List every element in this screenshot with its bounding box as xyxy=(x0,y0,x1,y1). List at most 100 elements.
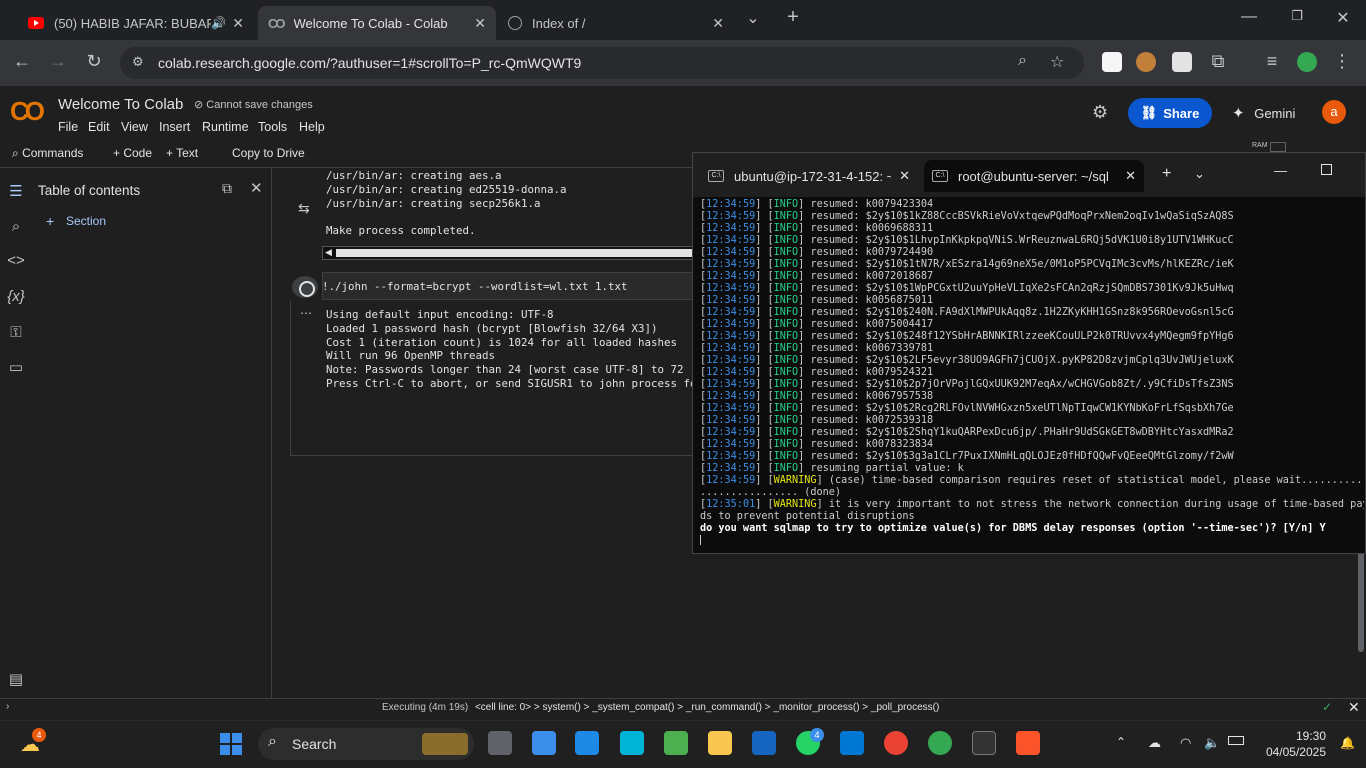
extension-icon[interactable] xyxy=(1102,52,1122,72)
close-tab-icon[interactable]: ✕ xyxy=(899,168,910,184)
terminal-output[interactable]: [12:34:59] [INFO] resumed: k0079423304 [1… xyxy=(700,199,1364,551)
vscode-icon[interactable] xyxy=(840,731,864,755)
back-icon[interactable]: ← xyxy=(10,51,34,72)
terminal-tab-root[interactable]: C:\ root@ubuntu-server: ~/sql ✕ xyxy=(924,160,1144,192)
taskbar-search[interactable]: ⌕ Search xyxy=(258,728,474,760)
app-icon[interactable] xyxy=(664,731,688,755)
cookie-extension-icon[interactable] xyxy=(1136,52,1156,72)
files-folder-icon[interactable]: ▭ xyxy=(6,358,26,376)
menu-help[interactable]: Help xyxy=(299,120,325,134)
new-tab-icon[interactable]: + xyxy=(778,6,808,30)
browser-tab-youtube[interactable]: (50) HABIB JAFAR: BUBARIN 🔊 ✕ xyxy=(18,6,254,40)
run-cell-button[interactable] xyxy=(292,276,318,298)
tray-overflow-icon[interactable]: ⌃ xyxy=(1116,735,1126,749)
menu-insert[interactable]: Insert xyxy=(159,120,190,134)
close-panel-icon[interactable]: ✕ xyxy=(250,179,263,197)
share-button[interactable]: ⛓ Share xyxy=(1128,98,1212,128)
close-status-icon[interactable]: ✕ xyxy=(1348,699,1360,716)
tab-search-icon[interactable]: ⌄ xyxy=(738,8,768,32)
ram-meter[interactable] xyxy=(1270,142,1286,152)
menu-view[interactable]: View xyxy=(121,120,148,134)
terminal-dropdown-icon[interactable]: ⌄ xyxy=(1194,166,1205,182)
settings-gear-icon[interactable]: ⚙ xyxy=(1092,102,1108,123)
extensions-puzzle-icon[interactable]: ⧉ xyxy=(1206,51,1230,72)
file-explorer-icon[interactable] xyxy=(708,731,732,755)
notebook-title[interactable]: Welcome To Colab xyxy=(58,96,183,113)
open-in-tab-icon[interactable]: ⧉ xyxy=(222,180,232,197)
close-tab-icon[interactable]: ✕ xyxy=(474,15,486,32)
brave-icon[interactable] xyxy=(1016,731,1040,755)
reload-icon[interactable]: ↻ xyxy=(82,51,106,72)
variables-icon[interactable]: {x} xyxy=(6,288,26,305)
address-bar[interactable]: ⚙ colab.research.google.com/?authuser=1#… xyxy=(120,47,1084,79)
menu-tools[interactable]: Tools xyxy=(258,120,287,134)
forward-icon[interactable]: → xyxy=(46,51,70,72)
terminal-minimize-icon[interactable]: — xyxy=(1274,163,1287,178)
scroll-left-icon[interactable]: ◀ xyxy=(325,247,332,258)
minimize-icon[interactable]: — xyxy=(1234,8,1264,32)
menu-edit[interactable]: Edit xyxy=(88,120,110,134)
terminal-icon[interactable]: ▤ xyxy=(6,670,26,688)
log-level: INFO xyxy=(773,319,799,330)
virtualbox-icon[interactable] xyxy=(575,731,599,755)
new-terminal-tab-icon[interactable]: + xyxy=(1162,165,1171,183)
terminal-maximize-icon[interactable] xyxy=(1321,164,1332,175)
app-icon[interactable] xyxy=(752,731,776,755)
expand-status-icon[interactable]: › xyxy=(6,701,9,712)
app-icon[interactable] xyxy=(532,731,556,755)
find-icon[interactable]: ⌕ xyxy=(6,218,26,235)
runtime-ok-icon[interactable]: ✓ xyxy=(1322,700,1332,714)
timestamp-value: 12:34:59 xyxy=(706,319,756,330)
media-control-icon[interactable]: ≡ xyxy=(1260,51,1284,72)
timestamp-value: 12:34:59 xyxy=(706,199,756,210)
browser-menu-icon[interactable]: ⋮ xyxy=(1330,51,1354,72)
close-tab-icon[interactable]: ✕ xyxy=(1125,168,1136,184)
output-actions-icon[interactable]: ⇆ xyxy=(298,200,310,217)
windows-terminal-icon[interactable] xyxy=(972,731,996,755)
speaker-icon[interactable]: 🔊 xyxy=(211,16,226,30)
start-windows-icon[interactable] xyxy=(220,733,242,755)
code-snippets-icon[interactable]: <> xyxy=(6,252,26,269)
terminal-tab-ubuntu[interactable]: C:\ ubuntu@ip-172-31-4-152: ~ ✕ xyxy=(700,160,918,192)
toc-icon[interactable]: ☰ xyxy=(6,182,26,200)
timestamp-value: 12:34:59 xyxy=(706,295,756,306)
cloud-icon[interactable]: ☁ xyxy=(1148,735,1161,751)
profile-icon[interactable] xyxy=(1297,52,1317,72)
task-view-icon[interactable] xyxy=(488,731,512,755)
notification-bell-icon[interactable]: 🔔 xyxy=(1340,736,1355,750)
add-section-icon[interactable]: + xyxy=(46,213,54,229)
search-highlight-image xyxy=(422,733,468,755)
menu-file[interactable]: File xyxy=(58,120,78,134)
terminal-cursor-line[interactable] xyxy=(700,535,1364,549)
bookmark-star-icon[interactable]: ☆ xyxy=(1050,52,1064,72)
extension-icon[interactable] xyxy=(1172,52,1192,72)
chrome-profile-icon[interactable] xyxy=(928,731,952,755)
copy-to-drive-button[interactable]: Copy to Drive xyxy=(232,146,305,160)
gemini-button[interactable]: ✦ Gemini xyxy=(1232,104,1295,122)
add-section-link[interactable]: Section xyxy=(66,214,106,228)
browser-tab-index[interactable]: Index of / ✕ xyxy=(498,6,734,40)
wifi-icon[interactable]: ◠ xyxy=(1180,735,1191,751)
battery-icon[interactable] xyxy=(1228,736,1244,745)
menu-runtime[interactable]: Runtime xyxy=(202,120,249,134)
volume-icon[interactable]: 🔈 xyxy=(1204,735,1220,751)
zoom-icon[interactable]: ⌕ xyxy=(1018,52,1027,70)
add-code-button[interactable]: + Code xyxy=(113,146,152,160)
site-info-icon[interactable]: ⚙ xyxy=(132,54,144,70)
chrome-icon[interactable] xyxy=(884,731,908,755)
colab-logo[interactable]: CO xyxy=(10,96,45,127)
app-icon[interactable] xyxy=(620,731,644,755)
secrets-key-icon[interactable]: ⚿ xyxy=(6,324,26,341)
close-tab-icon[interactable]: ✕ xyxy=(712,15,724,32)
close-window-icon[interactable]: ✕ xyxy=(1328,8,1358,32)
output-menu-icon[interactable]: ⋯ xyxy=(300,306,312,320)
account-avatar[interactable]: a xyxy=(1322,100,1346,124)
add-text-button[interactable]: + Text xyxy=(166,146,198,160)
close-tab-icon[interactable]: ✕ xyxy=(232,15,244,32)
commands-button[interactable]: ⌕ Commands xyxy=(12,146,83,161)
taskbar-clock[interactable]: 19:30 04/05/2025 xyxy=(1262,728,1326,760)
browser-tab-colab[interactable]: CO Welcome To Colab - Colab ✕ xyxy=(258,6,496,40)
cell-output-make: /usr/bin/ar: creating aes.a /usr/bin/ar:… xyxy=(326,169,567,238)
scrollbar-thumb[interactable] xyxy=(336,249,694,257)
restore-icon[interactable]: ❐ xyxy=(1282,8,1312,32)
